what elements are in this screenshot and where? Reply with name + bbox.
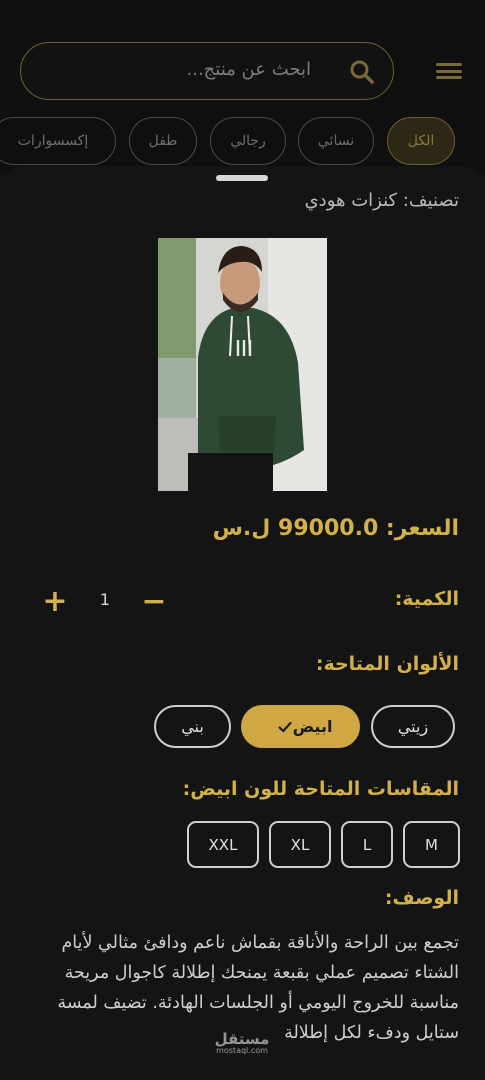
menu-icon[interactable]	[436, 60, 462, 82]
check-icon	[277, 721, 292, 732]
size-option-m[interactable]: M	[403, 821, 460, 868]
product-image	[158, 238, 327, 491]
color-option-olive[interactable]: زيتي	[371, 705, 455, 748]
colors-label: الألوان المتاحة:	[315, 653, 459, 675]
filter-chip-accessories[interactable]: إكسسوارات	[0, 117, 116, 165]
filter-chip-men[interactable]: رجالي	[210, 117, 286, 165]
size-option-xl[interactable]: XL	[269, 821, 331, 868]
filter-chip-kids[interactable]: طفل	[129, 117, 197, 165]
product-price: السعر: 99000.0 ل.س	[212, 516, 459, 541]
description-label: الوصف:	[384, 887, 459, 909]
category-filters: الكل نسائي رجالي طفل إكسسوارات	[0, 117, 485, 167]
increase-quantity-button[interactable]: +	[40, 584, 70, 619]
search-bar[interactable]: ابحث عن منتج...	[20, 42, 394, 100]
search-icon[interactable]	[347, 57, 377, 87]
search-input[interactable]: ابحث عن منتج...	[187, 59, 311, 80]
decrease-quantity-button[interactable]: −	[139, 584, 169, 619]
size-option-l[interactable]: L	[341, 821, 393, 868]
watermark-site: mostaql.com	[216, 1046, 268, 1055]
filter-chip-women[interactable]: نسائي	[298, 117, 374, 165]
product-category: تصنيف: كنزات هودي	[304, 190, 459, 211]
size-option-xxl[interactable]: XXL	[187, 821, 259, 868]
quantity-label: الكمية:	[394, 588, 459, 610]
color-option-label: ابيض	[292, 717, 333, 736]
color-option-brown[interactable]: بني	[154, 705, 231, 748]
color-option-label: زيتي	[397, 717, 429, 736]
top-bar: ابحث عن منتج... الكل نسائي رجالي طفل إكس…	[0, 0, 485, 175]
filter-chip-all[interactable]: الكل	[387, 117, 455, 165]
watermark-logo: مستقل mostaql.com	[210, 1030, 274, 1055]
sheet-drag-handle[interactable]	[216, 175, 268, 181]
sizes-label: المقاسات المتاحة للون ابيض:	[182, 778, 459, 800]
color-option-label: بني	[181, 717, 204, 736]
quantity-value: 1	[99, 590, 111, 609]
color-option-white[interactable]: ابيض	[241, 705, 360, 748]
